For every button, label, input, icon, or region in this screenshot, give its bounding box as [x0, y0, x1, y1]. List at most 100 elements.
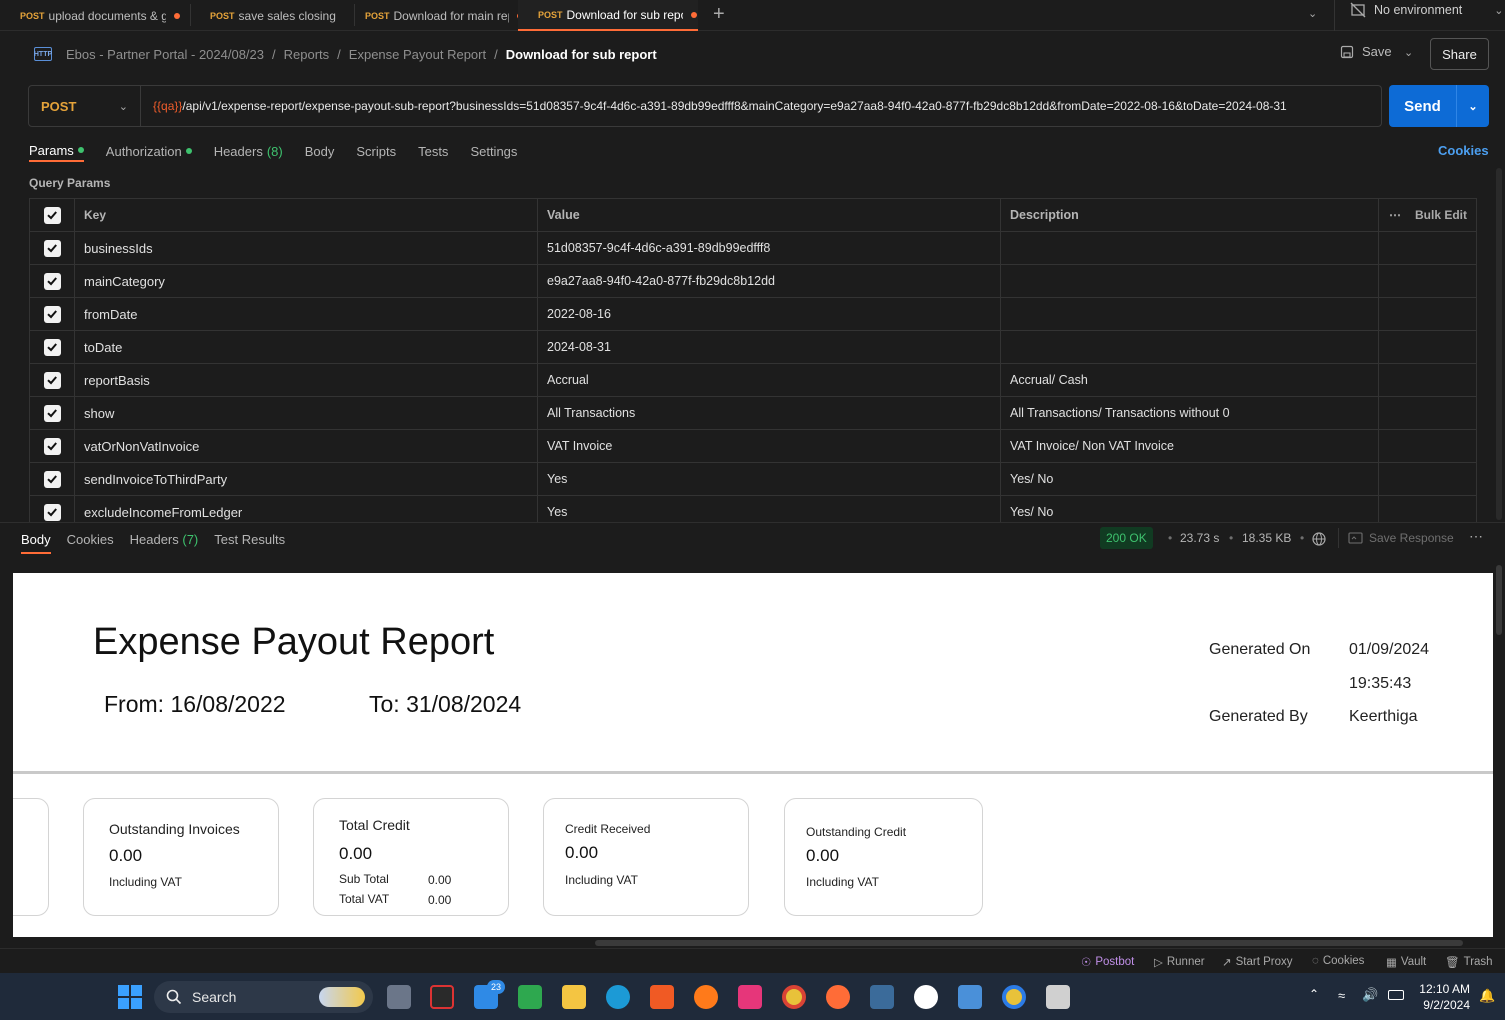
param-description-cell[interactable]: Accrual/ Cash — [1001, 364, 1379, 396]
globe-network-icon[interactable] — [1311, 531, 1327, 550]
breadcrumb-folder-expense-payout[interactable]: Expense Payout Report — [349, 47, 486, 62]
url-input[interactable]: {{qa}}/api/v1/expense-report/expense-pay… — [141, 99, 1366, 113]
bulk-edit-link[interactable]: Bulk Edit — [1415, 208, 1467, 222]
response-tab-headers[interactable]: Headers (7) — [130, 532, 199, 554]
response-tab-body[interactable]: Body — [21, 532, 51, 554]
remote-desktop-icon[interactable] — [1046, 985, 1070, 1009]
runner-button[interactable]: ▷ Runner — [1154, 955, 1205, 969]
row-checkbox[interactable] — [43, 437, 61, 455]
tab-save-sales-closing[interactable]: POST save sales closing — [190, 0, 354, 31]
tab-upload-documents[interactable]: POST upload documents & g — [0, 0, 180, 31]
tabs-chevron-down-icon[interactable]: ⌄ — [1308, 7, 1317, 20]
row-checkbox[interactable] — [43, 239, 61, 257]
row-checkbox[interactable] — [43, 470, 61, 488]
param-description-cell[interactable]: Yes/ No — [1001, 463, 1379, 495]
tab-scripts[interactable]: Scripts — [356, 140, 396, 162]
tab-tests[interactable]: Tests — [418, 140, 448, 162]
send-options-chevron-icon[interactable]: ⌄ — [1456, 85, 1489, 127]
file-explorer-icon[interactable] — [562, 985, 586, 1009]
breadcrumb-current[interactable]: Download for sub report — [506, 47, 657, 62]
chrome-icon[interactable] — [782, 985, 806, 1009]
params-scrollbar[interactable] — [1496, 168, 1502, 520]
method-select[interactable]: POST ⌄ — [29, 86, 141, 126]
param-value-cell[interactable]: e9a27aa8-94f0-42a0-877f-fb29dc8b12dd — [538, 265, 1001, 297]
edge-browser-icon[interactable] — [606, 985, 630, 1009]
trash-button[interactable]: 🗑 Trash — [1445, 955, 1493, 969]
row-checkbox[interactable] — [43, 503, 61, 521]
param-key-cell[interactable]: sendInvoiceToThirdParty — [75, 463, 538, 495]
app-icon[interactable] — [914, 985, 938, 1009]
tab-headers[interactable]: Headers (8) — [214, 140, 283, 162]
mysql-workbench-icon[interactable] — [870, 985, 894, 1009]
param-description-cell[interactable] — [1001, 265, 1379, 297]
notepad-icon[interactable] — [958, 985, 982, 1009]
param-value-cell[interactable]: 51d08357-9c4f-4d6c-a391-89db99edfff8 — [538, 232, 1001, 264]
horizontal-scrollbar[interactable] — [595, 940, 1463, 946]
row-checkbox[interactable] — [43, 371, 61, 389]
brave-browser-icon[interactable] — [650, 985, 674, 1009]
breadcrumb-folder-reports[interactable]: Reports — [284, 47, 330, 62]
select-all-checkbox[interactable] — [43, 206, 61, 224]
param-key-cell[interactable]: vatOrNonVatInvoice — [75, 430, 538, 462]
postbot-button[interactable]: ☉ Postbot — [1081, 955, 1134, 969]
windows-start-icon[interactable] — [118, 985, 142, 1009]
param-key-cell[interactable]: reportBasis — [75, 364, 538, 396]
screen-recorder-icon[interactable] — [430, 985, 454, 1009]
param-key-cell[interactable]: fromDate — [75, 298, 538, 330]
response-scrollbar[interactable] — [1496, 565, 1502, 635]
volume-icon[interactable]: 🔊 — [1362, 987, 1378, 1003]
taskbar-clock[interactable]: 12:10 AM 9/2/2024 — [1412, 981, 1470, 1013]
share-button[interactable]: Share — [1430, 38, 1489, 70]
param-description-cell[interactable]: VAT Invoice/ Non VAT Invoice — [1001, 430, 1379, 462]
chrome-profile-icon[interactable] — [1002, 985, 1026, 1009]
row-checkbox[interactable] — [43, 305, 61, 323]
param-value-cell[interactable]: VAT Invoice — [538, 430, 1001, 462]
response-time[interactable]: 23.73 s — [1180, 531, 1219, 545]
tab-body[interactable]: Body — [305, 140, 335, 162]
more-options-icon[interactable]: ⋯ — [1389, 208, 1401, 222]
param-description-cell[interactable] — [1001, 298, 1379, 330]
firefox-icon[interactable] — [694, 985, 718, 1009]
intellij-icon[interactable] — [738, 985, 762, 1009]
notification-bell-icon[interactable]: 🔔 — [1479, 988, 1495, 1004]
response-size[interactable]: 18.35 KB — [1242, 531, 1291, 545]
param-key-cell[interactable]: mainCategory — [75, 265, 538, 297]
taskbar-search[interactable]: Search — [154, 981, 373, 1013]
param-description-cell[interactable] — [1001, 331, 1379, 363]
environment-selector[interactable]: No environment ⌄ — [1350, 2, 1503, 18]
response-tab-cookies[interactable]: Cookies — [67, 532, 114, 554]
param-value-cell[interactable]: Accrual — [538, 364, 1001, 396]
tab-download-sub-report[interactable]: POST Download for sub repo — [518, 0, 698, 31]
send-button[interactable]: Send ⌄ — [1389, 85, 1489, 127]
response-tab-test-results[interactable]: Test Results — [214, 532, 285, 554]
tab-authorization[interactable]: Authorization — [106, 140, 192, 162]
status-badge[interactable]: 200 OK — [1100, 527, 1153, 549]
row-checkbox[interactable] — [43, 404, 61, 422]
save-button[interactable]: Save — [1340, 44, 1392, 59]
param-description-cell[interactable]: All Transactions/ Transactions without 0 — [1001, 397, 1379, 429]
show-hidden-icons-chevron-icon[interactable]: ⌃ — [1309, 987, 1319, 1001]
vault-button[interactable]: ▦ Vault — [1386, 955, 1426, 969]
breadcrumb-collection[interactable]: Ebos - Partner Portal - 2024/08/23 — [66, 47, 264, 62]
footer-cookies-button[interactable]: ◌ Cookies — [1312, 955, 1364, 967]
tab-settings[interactable]: Settings — [470, 140, 517, 162]
param-value-cell[interactable]: All Transactions — [538, 397, 1001, 429]
param-value-cell[interactable]: Yes — [538, 463, 1001, 495]
start-proxy-button[interactable]: ↗ Start Proxy — [1222, 955, 1293, 969]
param-key-cell[interactable]: show — [75, 397, 538, 429]
tab-download-main-report[interactable]: POST Download for main rep — [345, 0, 523, 31]
row-checkbox[interactable] — [43, 338, 61, 356]
task-view-icon[interactable] — [387, 985, 411, 1009]
param-key-cell[interactable]: toDate — [75, 331, 538, 363]
row-checkbox[interactable] — [43, 272, 61, 290]
battery-icon[interactable] — [1388, 990, 1404, 1000]
param-key-cell[interactable]: businessIds — [75, 232, 538, 264]
param-value-cell[interactable]: 2022-08-16 — [538, 298, 1001, 330]
param-value-cell[interactable]: 2024-08-31 — [538, 331, 1001, 363]
chat-icon[interactable] — [518, 985, 542, 1009]
wifi-icon[interactable]: ≈ — [1338, 988, 1345, 1003]
tab-params[interactable]: Params — [29, 140, 84, 162]
save-options-chevron-icon[interactable]: ⌄ — [1404, 46, 1413, 59]
new-tab-plus-icon[interactable]: + — [713, 3, 725, 26]
save-response-button[interactable]: Save Response — [1348, 531, 1454, 545]
